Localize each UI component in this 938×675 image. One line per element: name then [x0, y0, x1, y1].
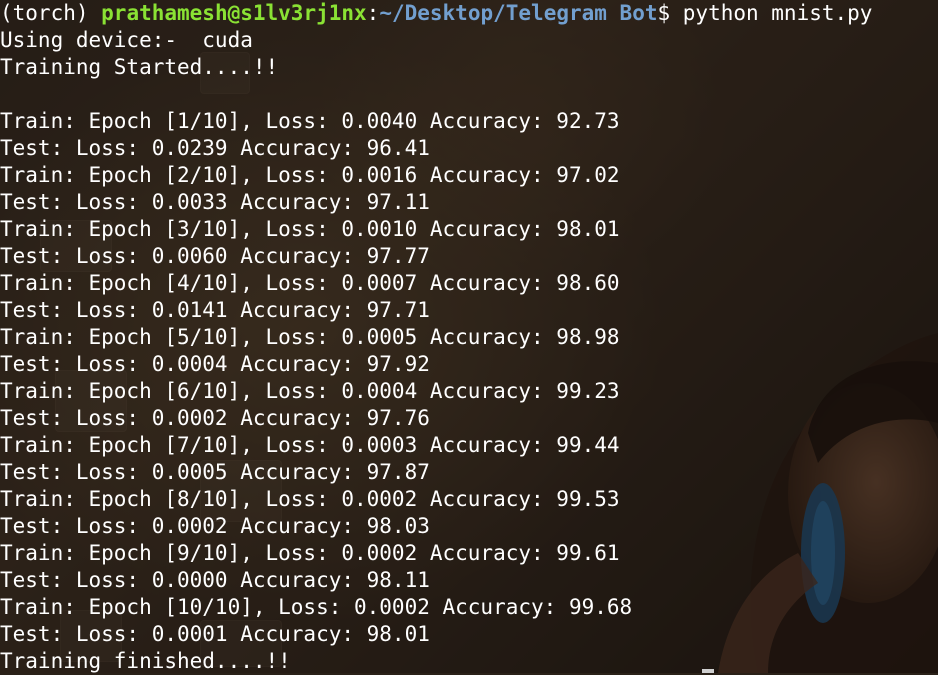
command-prompt-line: (torch) prathamesh@s1lv3rj1nx:~/Desktop/…	[0, 0, 938, 27]
train-line-epoch-1: Train: Epoch [1/10], Loss: 0.0040 Accura…	[0, 109, 620, 133]
prompt-path: ~/Desktop/Telegram Bot	[379, 1, 658, 25]
train-line-epoch-4: Train: Epoch [4/10], Loss: 0.0007 Accura…	[0, 271, 620, 295]
test-line-epoch-2: Test: Loss: 0.0033 Accuracy: 97.11	[0, 190, 430, 214]
test-line-epoch-3: Test: Loss: 0.0060 Accuracy: 97.77	[0, 244, 430, 268]
test-line-epoch-6: Test: Loss: 0.0002 Accuracy: 97.76	[0, 406, 430, 430]
prompt-separator: :	[366, 1, 380, 25]
test-line-epoch-5: Test: Loss: 0.0004 Accuracy: 97.92	[0, 352, 430, 376]
test-line-epoch-10: Test: Loss: 0.0001 Accuracy: 98.01	[0, 622, 430, 646]
test-line-epoch-8: Test: Loss: 0.0002 Accuracy: 98.03	[0, 514, 430, 538]
test-line-epoch-9: Test: Loss: 0.0000 Accuracy: 98.11	[0, 568, 430, 592]
mouse-cursor	[702, 669, 714, 673]
train-line-epoch-8: Train: Epoch [8/10], Loss: 0.0002 Accura…	[0, 487, 620, 511]
test-line-epoch-7: Test: Loss: 0.0005 Accuracy: 97.87	[0, 460, 430, 484]
train-line-epoch-9: Train: Epoch [9/10], Loss: 0.0002 Accura…	[0, 541, 620, 565]
train-line-epoch-10: Train: Epoch [10/10], Loss: 0.0002 Accur…	[0, 595, 633, 619]
prompt-user-host: prathamesh@s1lv3rj1nx	[101, 1, 367, 25]
terminal-window[interactable]: (torch) prathamesh@s1lv3rj1nx:~/Desktop/…	[0, 0, 938, 673]
training-finished-line: Training finished....!!	[0, 649, 291, 673]
train-line-epoch-7: Train: Epoch [7/10], Loss: 0.0003 Accura…	[0, 433, 620, 457]
train-line-epoch-6: Train: Epoch [6/10], Loss: 0.0004 Accura…	[0, 379, 620, 403]
test-line-epoch-1: Test: Loss: 0.0239 Accuracy: 96.41	[0, 136, 430, 160]
device-line: Using device:- cuda	[0, 28, 253, 52]
conda-env: (torch)	[0, 1, 102, 25]
training-started-line: Training Started....!!	[0, 55, 279, 79]
train-line-epoch-3: Train: Epoch [3/10], Loss: 0.0010 Accura…	[0, 217, 620, 241]
test-line-epoch-4: Test: Loss: 0.0141 Accuracy: 97.71	[0, 298, 430, 322]
train-line-epoch-2: Train: Epoch [2/10], Loss: 0.0016 Accura…	[0, 163, 620, 187]
prompt-command: python mnist.py	[682, 1, 873, 25]
train-line-epoch-5: Train: Epoch [5/10], Loss: 0.0005 Accura…	[0, 325, 620, 349]
terminal-output: (torch) prathamesh@s1lv3rj1nx:~/Desktop/…	[0, 0, 938, 675]
prompt-symbol: $	[657, 1, 683, 25]
